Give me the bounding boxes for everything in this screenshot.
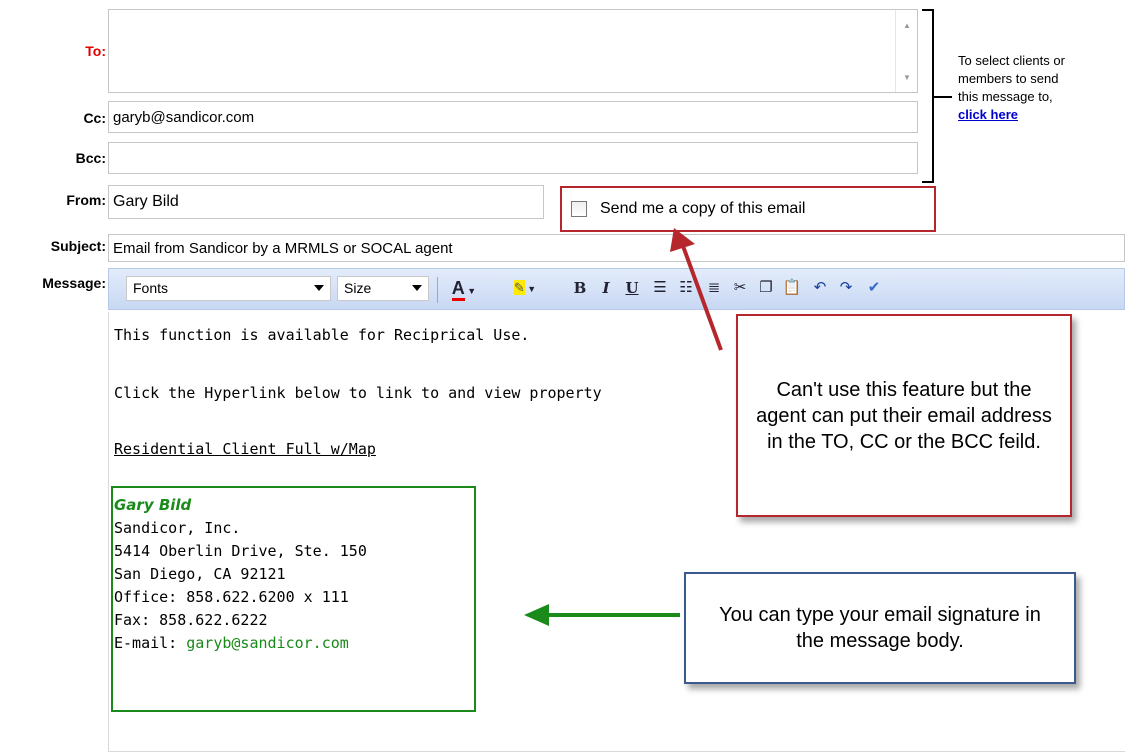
arrow-overlay	[524, 228, 723, 626]
red-arrow-icon	[670, 228, 723, 351]
green-arrow-icon	[524, 604, 680, 626]
